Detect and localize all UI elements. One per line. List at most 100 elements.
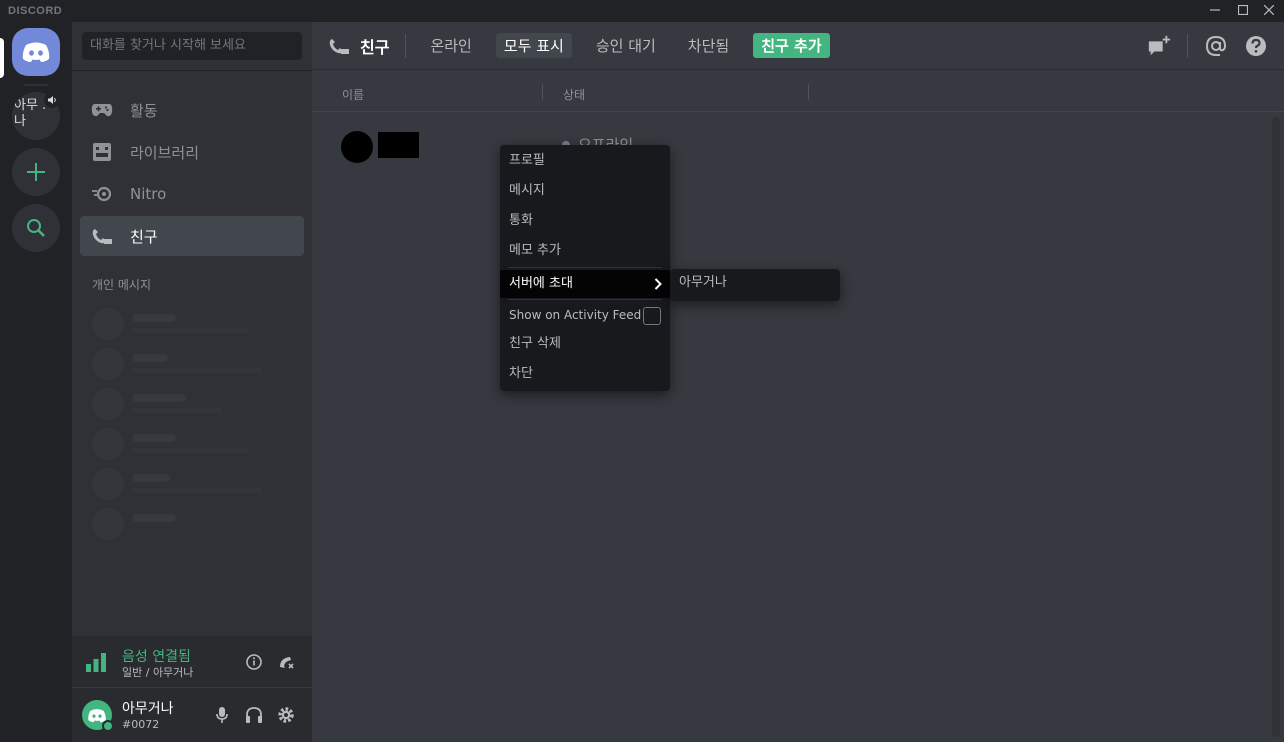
page-title: 친구 xyxy=(328,34,389,58)
new-message-icon xyxy=(1148,35,1171,56)
friend-name-redacted[interactable] xyxy=(378,132,419,158)
menu-item-activity-feed[interactable]: Show on Activity Feed xyxy=(500,301,670,329)
column-name[interactable]: 이름 xyxy=(342,86,364,103)
at-icon xyxy=(1205,35,1227,56)
user-tag: #0072 xyxy=(122,718,160,731)
explore-servers-button[interactable] xyxy=(12,204,60,252)
user-settings-button[interactable] xyxy=(274,703,298,727)
home-button[interactable] xyxy=(12,28,60,76)
column-divider xyxy=(542,84,543,100)
tab-pending[interactable]: 승인 대기 xyxy=(588,33,664,58)
sidebar-item-label: 친구 xyxy=(130,227,158,246)
add-friend-button[interactable]: 친구 추가 xyxy=(753,33,830,58)
friends-icon xyxy=(90,224,114,248)
menu-item-remove-friend[interactable]: 친구 삭제 xyxy=(500,330,670,358)
search-icon xyxy=(27,219,45,237)
voice-connection-panel: 음성 연결됨 일반 / 아무거나 xyxy=(72,636,312,688)
new-group-dm-button[interactable] xyxy=(1147,34,1171,58)
minimize-button[interactable] xyxy=(1206,2,1224,20)
dm-placeholder xyxy=(92,348,292,380)
header-divider xyxy=(405,33,407,58)
friend-context-menu: 프로필 메시지 통화 메모 추가 서버에 초대 Show on Activity… xyxy=(500,145,670,391)
menu-item-label: Show on Activity Feed xyxy=(509,308,642,322)
menu-item-invite-to-server[interactable]: 서버에 초대 xyxy=(500,270,670,298)
user-panel: 아무거나 #0072 xyxy=(72,688,312,742)
voice-status: 음성 연결됨 xyxy=(122,649,191,665)
discord-logo-icon xyxy=(22,42,50,62)
sidebar-divider xyxy=(72,70,312,71)
scrollbar[interactable] xyxy=(1272,117,1280,737)
friend-avatar[interactable] xyxy=(341,131,373,163)
menu-item-add-note[interactable]: 메모 추가 xyxy=(500,237,670,265)
tab-blocked[interactable]: 차단됨 xyxy=(680,33,737,58)
menu-item-block[interactable]: 차단 xyxy=(500,360,670,388)
dm-sidebar: 대화를 찾거나 시작해 보세요 활동 라이브러리 Nitro 친구 개인 메시지 xyxy=(72,22,312,742)
help-icon xyxy=(1246,36,1266,56)
hangup-icon xyxy=(280,657,294,669)
friends-main: 친구 온라인 모두 표시 승인 대기 차단됨 친구 추가 이름 상태 오프 xyxy=(312,22,1284,742)
activity-feed-checkbox[interactable] xyxy=(643,307,661,325)
dm-placeholder xyxy=(92,388,292,420)
info-icon xyxy=(246,654,262,670)
username: 아무거나 xyxy=(122,701,174,717)
sidebar-item-label: 활동 xyxy=(130,101,158,120)
add-server-button[interactable] xyxy=(12,148,60,196)
friends-column-header: 이름 상태 xyxy=(312,70,1284,112)
menu-item-call[interactable]: 통화 xyxy=(500,207,670,235)
friends-icon xyxy=(329,38,349,54)
header-toolbar xyxy=(1147,34,1268,58)
sidebar-item-label: Nitro xyxy=(130,185,167,203)
headphones-icon xyxy=(246,707,262,723)
signal-strength-icon[interactable] xyxy=(84,650,108,674)
plus-icon xyxy=(27,163,45,181)
speaker-icon xyxy=(44,92,60,108)
menu-item-profile[interactable]: 프로필 xyxy=(500,147,670,175)
sidebar-item-library[interactable]: 라이브러리 xyxy=(80,132,304,172)
submenu-item-server[interactable]: 아무거나 xyxy=(670,269,840,297)
find-conversation-input[interactable]: 대화를 찾거나 시작해 보세요 xyxy=(82,32,302,60)
title-bar: DISCORD xyxy=(0,0,1284,22)
maximize-button[interactable] xyxy=(1234,2,1252,20)
rail-separator xyxy=(24,84,48,86)
toolbar-divider xyxy=(1187,34,1188,58)
discord-wordmark: DISCORD xyxy=(8,5,63,17)
sidebar-item-friends[interactable]: 친구 xyxy=(80,216,304,256)
menu-item-label: 서버에 초대 xyxy=(509,276,573,291)
library-icon xyxy=(90,140,114,164)
connection-info-button[interactable] xyxy=(242,650,266,674)
microphone-icon xyxy=(216,707,228,723)
column-divider xyxy=(808,84,809,100)
close-button[interactable] xyxy=(1260,2,1278,20)
mute-button[interactable] xyxy=(210,703,234,727)
gear-icon xyxy=(278,707,294,723)
server-label-line2: 나 xyxy=(14,114,26,129)
sidebar-item-label: 라이브러리 xyxy=(130,143,200,162)
invite-submenu: 아무거나 xyxy=(670,269,840,301)
page-title-text: 친구 xyxy=(360,37,390,57)
column-status[interactable]: 상태 xyxy=(563,86,585,103)
friends-header: 친구 온라인 모두 표시 승인 대기 차단됨 친구 추가 xyxy=(312,22,1284,70)
deafen-button[interactable] xyxy=(242,703,266,727)
sidebar-item-nitro[interactable]: Nitro xyxy=(80,174,304,214)
help-button[interactable] xyxy=(1244,34,1268,58)
server-rail: 아무 . 나 xyxy=(0,22,72,742)
mentions-button[interactable] xyxy=(1204,34,1228,58)
direct-messages-header: 개인 메시지 xyxy=(92,278,152,292)
tab-online[interactable]: 온라인 xyxy=(422,33,479,58)
menu-separator xyxy=(508,267,662,268)
menu-separator xyxy=(508,299,662,300)
dm-placeholder xyxy=(92,468,292,500)
nitro-icon xyxy=(90,182,114,206)
tab-all[interactable]: 모두 표시 xyxy=(495,33,572,58)
dm-placeholder xyxy=(92,428,292,460)
voice-channel[interactable]: 일반 / 아무거나 xyxy=(122,664,193,680)
selected-indicator xyxy=(0,38,4,78)
gamepad-icon xyxy=(90,98,114,122)
chevron-right-icon xyxy=(654,270,662,301)
menu-item-message[interactable]: 메시지 xyxy=(500,177,670,205)
online-status-dot xyxy=(102,720,114,732)
sidebar-item-activity[interactable]: 활동 xyxy=(80,90,304,130)
dm-placeholder xyxy=(92,508,292,540)
disconnect-button[interactable] xyxy=(274,650,298,674)
dm-placeholder xyxy=(92,308,292,340)
